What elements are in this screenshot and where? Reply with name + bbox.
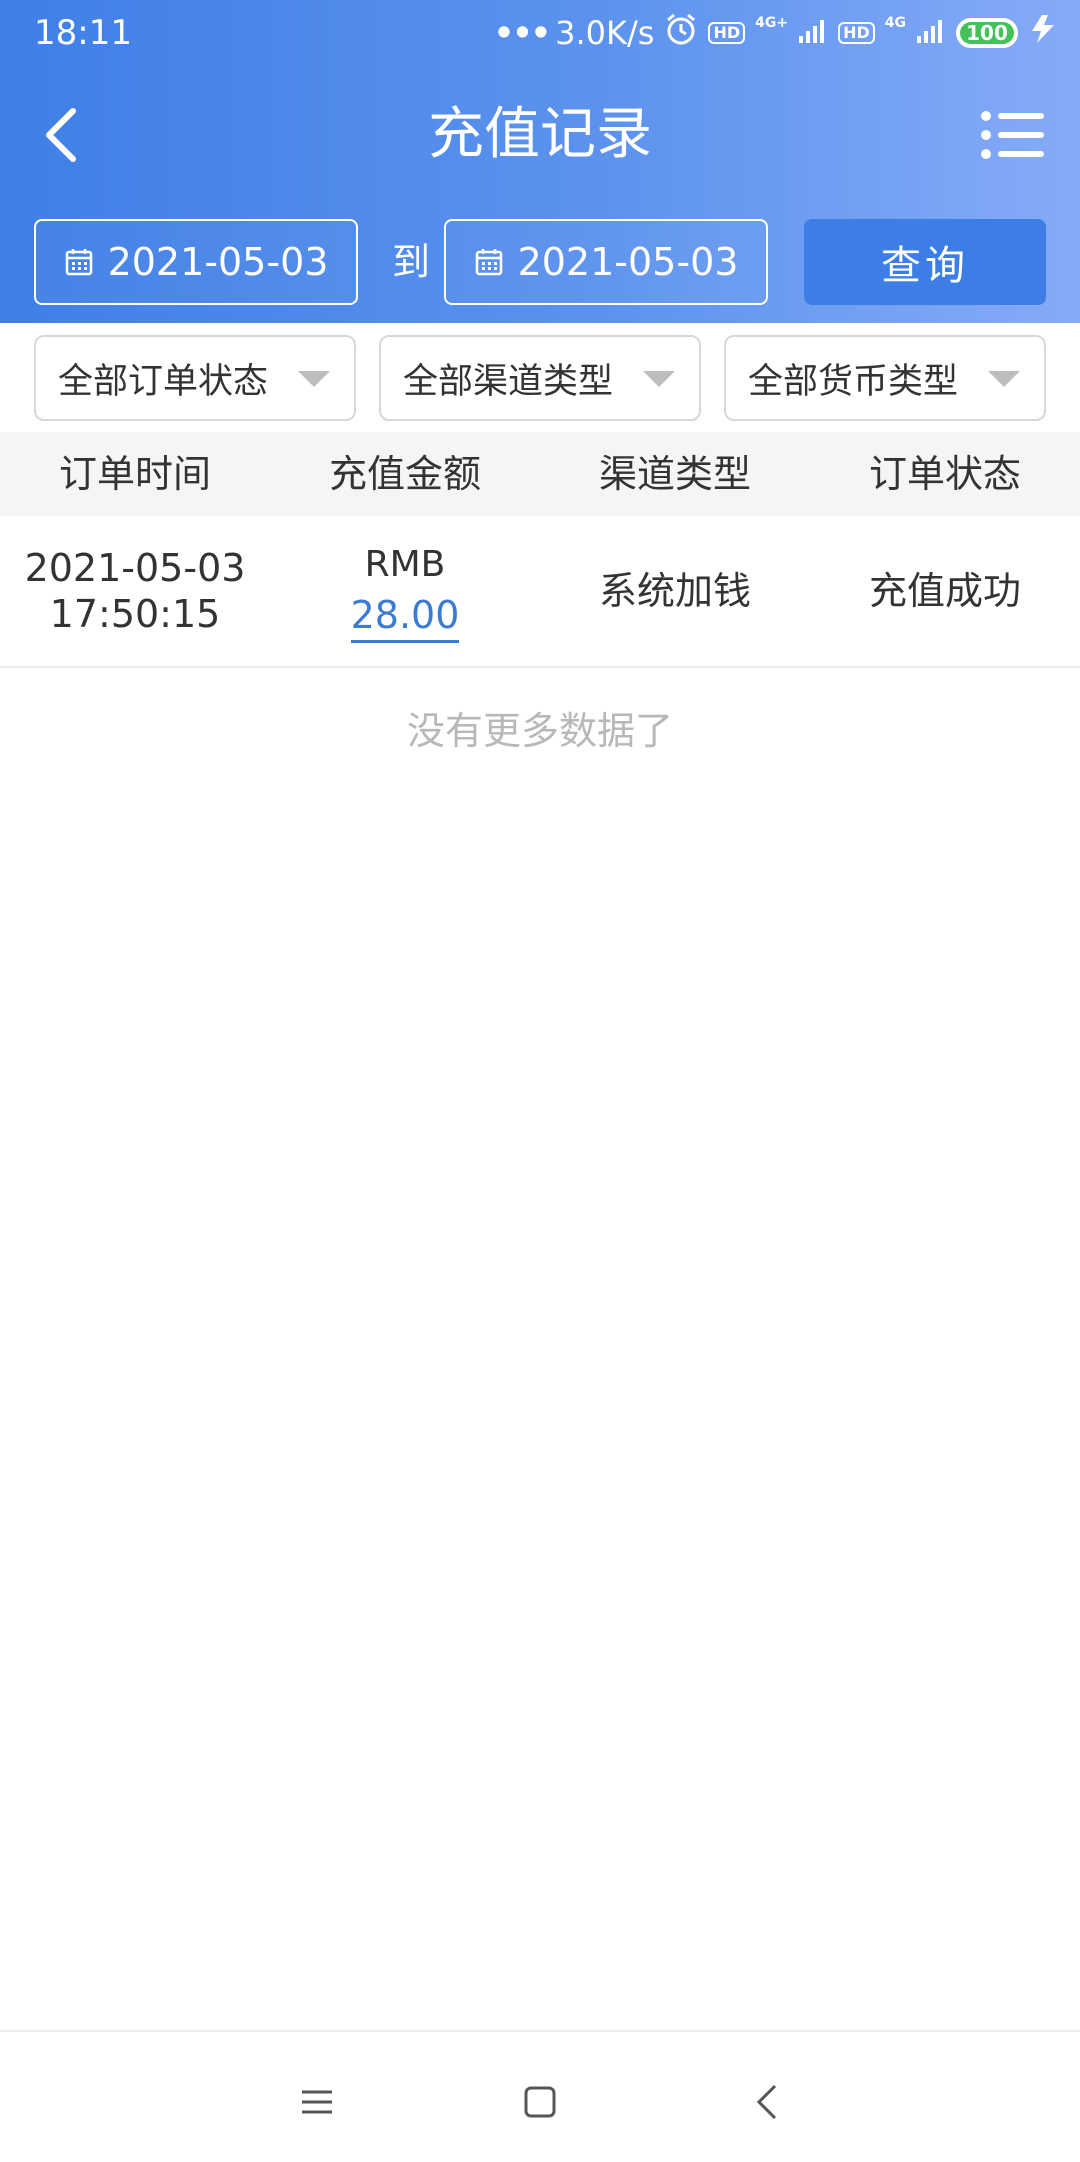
query-button[interactable]: 查询 xyxy=(804,219,1046,305)
battery-icon: 100 xyxy=(956,18,1018,48)
recent-apps-button[interactable] xyxy=(287,2072,347,2132)
end-date-value: 2021-05-03 xyxy=(517,240,739,284)
column-channel: 渠道类型 xyxy=(598,452,751,496)
amount-currency: RMB xyxy=(364,543,446,585)
channel-value: 系统加钱 xyxy=(598,569,751,613)
status-time: 18:11 xyxy=(34,13,132,53)
charging-icon xyxy=(1028,13,1058,53)
dropdown-filter-row: 全部订单状态 全部渠道类型 全部货币类型 xyxy=(0,323,1080,432)
table-header: 订单时间 充值金额 渠道类型 订单状态 xyxy=(0,432,1080,516)
cell-amount: RMB 28.00 xyxy=(270,516,540,666)
table-row[interactable]: 2021-05-03 17:50:15 RMB 28.00 系统加钱 充值成功 xyxy=(0,516,1080,668)
currency-type-label: 全部货币类型 xyxy=(748,361,959,402)
menu-button[interactable] xyxy=(978,102,1048,168)
column-amount: 充值金额 xyxy=(328,452,481,496)
square-home-icon xyxy=(524,2086,556,2118)
caret-down-icon xyxy=(988,371,1020,387)
channel-type-dropdown[interactable]: 全部渠道类型 xyxy=(379,335,701,421)
home-button[interactable] xyxy=(510,2072,570,2132)
title-bar: 充值记录 xyxy=(0,66,1080,204)
menu-lines-icon xyxy=(302,2090,332,2114)
date-filter-row: 2021-05-03 到 2021-05-03 查询 xyxy=(0,204,1080,323)
system-back-button[interactable] xyxy=(737,2072,797,2132)
chevron-left-icon xyxy=(756,2084,777,2120)
status-icons: ••• 3.0K/s HD 4G+ HD 4G 100 xyxy=(494,10,1058,56)
network-type-2: 4G xyxy=(884,15,906,31)
signal-icon-2 xyxy=(916,14,946,52)
status-value: 充值成功 xyxy=(868,569,1021,613)
network-type-1: 4G+ xyxy=(755,15,789,31)
column-status: 订单状态 xyxy=(868,452,1021,496)
hd-icon-2: HD xyxy=(838,22,875,44)
dots-icon: ••• xyxy=(493,14,551,52)
page-title: 充值记录 xyxy=(428,102,652,167)
order-date: 2021-05-03 xyxy=(24,546,246,590)
cell-order-time: 2021-05-03 17:50:15 xyxy=(0,516,270,666)
start-date-picker[interactable]: 2021-05-03 xyxy=(34,219,358,305)
column-order-time: 订单时间 xyxy=(58,452,211,496)
battery-level: 100 xyxy=(966,21,1008,45)
order-status-label: 全部订单状态 xyxy=(58,361,269,402)
date-range-separator: 到 xyxy=(391,240,430,284)
network-speed-value: 3.0K/s xyxy=(555,14,655,52)
amount-link[interactable]: 28.00 xyxy=(350,590,460,643)
cell-status: 充值成功 xyxy=(810,516,1080,666)
calendar-icon xyxy=(475,249,502,276)
system-nav-bar xyxy=(0,2030,1080,2162)
cell-channel: 系统加钱 xyxy=(540,516,810,666)
list-menu-icon xyxy=(981,111,1044,159)
network-speed: ••• 3.0K/s xyxy=(494,14,655,52)
alarm-icon xyxy=(664,12,698,54)
hd-icon: HD xyxy=(708,22,746,44)
signal-icon xyxy=(798,14,828,52)
no-more-data-text: 没有更多数据了 xyxy=(406,709,673,753)
caret-down-icon xyxy=(298,371,330,387)
channel-type-label: 全部渠道类型 xyxy=(403,361,614,402)
currency-type-dropdown[interactable]: 全部货币类型 xyxy=(724,335,1046,421)
order-time: 17:50:15 xyxy=(49,592,221,636)
start-date-value: 2021-05-03 xyxy=(107,240,329,284)
status-bar: 18:11 ••• 3.0K/s HD 4G+ HD 4G 100 xyxy=(0,0,1080,66)
end-date-picker[interactable]: 2021-05-03 xyxy=(444,219,768,305)
caret-down-icon xyxy=(643,371,675,387)
order-status-dropdown[interactable]: 全部订单状态 xyxy=(34,335,356,421)
calendar-icon xyxy=(65,249,92,276)
